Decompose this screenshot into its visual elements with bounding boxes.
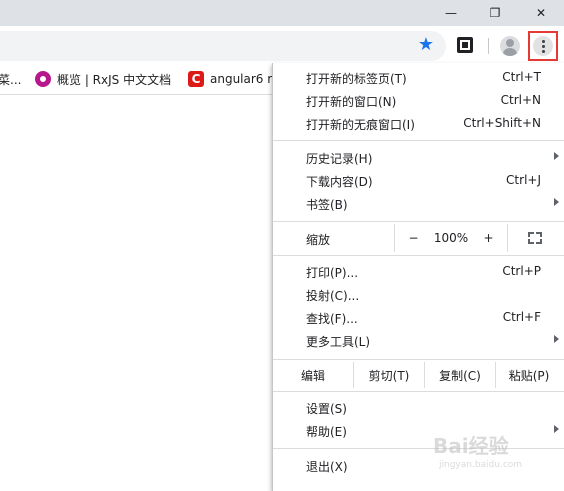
chrome-menu-button[interactable]: [528, 31, 558, 61]
cut-button[interactable]: 剪切(T): [354, 362, 424, 388]
menu-item-print[interactable]: 打印(P)... Ctrl+P: [273, 261, 564, 284]
menu-item-new-window[interactable]: 打开新的窗口(N) Ctrl+N: [273, 90, 564, 113]
address-bar[interactable]: [0, 31, 446, 61]
restore-icon: ❐: [489, 6, 501, 20]
menu-item-label: 更多工具(L): [306, 335, 371, 349]
edit-label-text: 编辑: [300, 368, 325, 383]
menu-separator: [273, 391, 564, 392]
c-icon: C: [188, 71, 204, 87]
restore-button[interactable]: ❐: [472, 0, 518, 26]
menu-item-label: 投射(C)...: [306, 289, 360, 303]
close-window-button[interactable]: ✕: [518, 0, 564, 26]
menu-item-label: 下载内容(D): [306, 175, 373, 189]
watermark-text: Bai经验: [433, 434, 509, 458]
menu-item-shortcut: Ctrl+F: [502, 310, 541, 324]
paste-button[interactable]: 粘贴(P): [496, 362, 562, 388]
bookmark-item-angular[interactable]: C angular6 rx: [188, 64, 279, 94]
menu-item-label: 退出(X): [306, 460, 348, 474]
minus-icon: −: [408, 231, 419, 245]
bookmark-item[interactable]: 菜...: [0, 64, 21, 94]
edit-label: 编辑: [273, 362, 353, 388]
bookmark-label: angular6 rx: [210, 72, 279, 86]
menu-item-label: 书签(B): [306, 198, 348, 212]
edit-row: 编辑 剪切(T) 复制(C) 粘贴(P): [273, 362, 564, 388]
minimize-icon: —: [445, 6, 457, 20]
cut-label: 剪切(T): [368, 368, 410, 383]
minimize-button[interactable]: —: [428, 0, 474, 26]
menu-separator: [273, 359, 564, 360]
menu-item-label: 打开新的无痕窗口(I): [306, 118, 415, 132]
menu-item-shortcut: Ctrl+N: [500, 93, 541, 107]
submenu-arrow-icon: [554, 198, 559, 206]
menu-separator: [273, 255, 564, 256]
paste-label: 粘贴(P): [508, 368, 550, 383]
chrome-main-menu: 打开新的标签页(T) Ctrl+T 打开新的窗口(N) Ctrl+N 打开新的无…: [272, 63, 564, 491]
zoom-label: 缩放: [306, 233, 331, 247]
fullscreen-icon[interactable]: [528, 232, 542, 244]
menu-item-shortcut: Ctrl+P: [502, 264, 541, 278]
menu-item-bookmarks[interactable]: 书签(B): [273, 193, 564, 216]
close-icon: ✕: [535, 6, 547, 20]
bookmark-label: 菜...: [0, 72, 22, 87]
menu-item-find[interactable]: 查找(F)... Ctrl+F: [273, 307, 564, 330]
bookmark-item-rxjs[interactable]: 概览 | RxJS 中文文档: [35, 64, 171, 94]
zoom-out-button[interactable]: −: [395, 224, 432, 252]
submenu-arrow-icon: [554, 425, 559, 433]
menu-item-settings[interactable]: 设置(S): [273, 397, 564, 420]
bookmark-star-icon[interactable]: ★: [416, 35, 436, 55]
menu-separator: [273, 221, 564, 222]
watermark-sub: jingyan.baidu.com: [439, 460, 523, 470]
menu-separator: [273, 140, 564, 141]
menu-item-label: 查找(F)...: [306, 312, 358, 326]
zoom-divider: [507, 224, 508, 252]
menu-item-label: 打开新的窗口(N): [306, 95, 397, 109]
menu-item-label: 历史记录(H): [306, 152, 373, 166]
toolbar: [0, 26, 564, 64]
bookmark-label: 概览 | RxJS 中文文档: [57, 72, 172, 87]
zoom-level: 100%: [432, 224, 470, 252]
menu-item-label: 帮助(E): [306, 425, 347, 439]
menu-item-more-tools[interactable]: 更多工具(L): [273, 330, 564, 353]
toolbar-separator: [488, 38, 489, 54]
menu-item-new-incognito-window[interactable]: 打开新的无痕窗口(I) Ctrl+Shift+N: [273, 113, 564, 136]
menu-item-shortcut: Ctrl+Shift+N: [463, 116, 541, 130]
menu-item-cast[interactable]: 投射(C)...: [273, 284, 564, 307]
menu-item-shortcut: Ctrl+J: [506, 173, 541, 187]
zoom-row: 缩放 − 100% +: [273, 224, 564, 252]
copy-button[interactable]: 复制(C): [425, 362, 495, 388]
menu-item-label: 打印(P)...: [306, 266, 359, 280]
menu-item-label: 设置(S): [306, 402, 347, 416]
more-vert-icon: [533, 36, 553, 56]
menu-item-shortcut: Ctrl+T: [502, 70, 541, 84]
menu-item-history[interactable]: 历史记录(H): [273, 147, 564, 170]
menu-item-new-tab[interactable]: 打开新的标签页(T) Ctrl+T: [273, 67, 564, 90]
menu-item-label: 打开新的标签页(T): [306, 72, 407, 86]
watermark: Bai经验 jingyan.baidu.com: [433, 430, 543, 478]
menu-item-downloads[interactable]: 下载内容(D) Ctrl+J: [273, 170, 564, 193]
submenu-arrow-icon: [554, 335, 559, 343]
submenu-arrow-icon: [554, 152, 559, 160]
profile-avatar-icon[interactable]: [500, 36, 520, 56]
rxjs-icon: [35, 71, 51, 87]
copy-label: 复制(C): [439, 368, 481, 383]
plus-icon: +: [483, 231, 494, 245]
zoom-in-button[interactable]: +: [470, 224, 507, 252]
extension-icon[interactable]: [457, 37, 473, 53]
zoom-value: 100%: [433, 231, 469, 245]
